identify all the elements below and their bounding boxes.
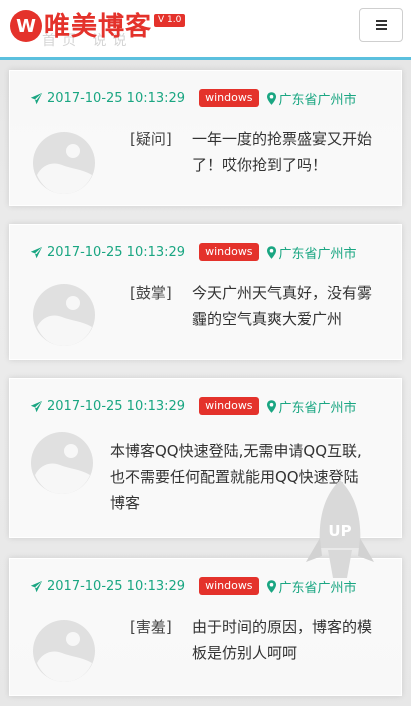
logo-letter: W — [16, 15, 36, 37]
hamburger-icon — [375, 20, 387, 30]
os-badge: windows — [199, 243, 259, 261]
post-text-line: 由于时间的原因，博客的模 — [192, 618, 373, 636]
post-text-line: 一年一度的抢票盛宴又开始 — [192, 130, 373, 148]
post-datetime: 2017-10-25 10:13:29 — [47, 244, 186, 260]
avatar-icon — [33, 284, 95, 346]
location-pin-icon — [266, 579, 276, 593]
post-text-line: 霾的空气真爽大爱广州 — [192, 310, 343, 328]
post-text-line: 今天广州天气真好，没有雾 — [192, 284, 373, 302]
post-datetime: 2017-10-25 10:13:29 — [47, 398, 186, 414]
back-to-top-label: UP — [328, 522, 351, 540]
version-badge: V 1.0 — [154, 14, 186, 27]
post-location: 广东省广州市 — [278, 400, 357, 416]
emotion-tag: [鼓掌] — [130, 284, 172, 302]
logo-title: 唯美博客 — [44, 12, 153, 42]
os-badge: windows — [199, 397, 259, 415]
post-text-line: 本博客QQ快速登陆,无需申请QQ互联, — [110, 442, 362, 460]
location-pin-icon — [266, 245, 276, 259]
post-datetime: 2017-10-25 10:13:29 — [47, 578, 186, 594]
post-datetime: 2017-10-25 10:13:29 — [47, 90, 186, 106]
post-card: 2017-10-25 10:13:29 windows 广东省广州市 [鼓掌] … — [9, 224, 402, 360]
back-to-top-button[interactable]: UP — [300, 478, 380, 583]
post-location: 广东省广州市 — [278, 246, 357, 262]
post-meta: 2017-10-25 10:13:29 windows 广东省广州市 — [30, 88, 357, 108]
avatar-icon — [31, 432, 93, 494]
location-pin-icon — [266, 91, 276, 105]
post-text-line: 板是仿别人呵呵 — [192, 644, 298, 662]
paper-plane-icon — [30, 246, 43, 258]
site-header: 首页 说说 W 唯美博客 V 1.0 — [0, 0, 411, 60]
paper-plane-icon — [30, 92, 43, 104]
os-badge: windows — [199, 89, 259, 107]
menu-toggle-button[interactable] — [359, 8, 403, 42]
logo-badge-icon: W — [10, 10, 42, 42]
post-card: 2017-10-25 10:13:29 windows 广东省广州市 [疑问] … — [9, 70, 402, 206]
post-text: 由于时间的原因，博客的模 板是仿别人呵呵 — [192, 614, 372, 666]
paper-plane-icon — [30, 580, 43, 592]
post-meta: 2017-10-25 10:13:29 windows 广东省广州市 — [30, 242, 357, 262]
site-logo[interactable]: W 唯美博客 V 1.0 — [10, 10, 186, 42]
location-pin-icon — [266, 399, 276, 413]
avatar-icon — [33, 620, 95, 682]
post-text: 一年一度的抢票盛宴又开始 了！哎你抢到了吗！ — [192, 126, 372, 178]
post-location: 广东省广州市 — [278, 92, 357, 108]
emotion-tag: [疑问] — [130, 130, 172, 148]
post-text-line: 了！哎你抢到了吗！ — [192, 156, 328, 174]
paper-plane-icon — [30, 400, 43, 412]
page: 首页 说说 W 唯美博客 V 1.0 2017-10-25 10:13:29 w… — [0, 0, 411, 706]
post-text: 今天广州天气真好，没有雾 霾的空气真爽大爱广州 — [192, 280, 372, 332]
post-meta: 2017-10-25 10:13:29 windows 广东省广州市 — [30, 396, 357, 416]
emotion-tag: [害羞] — [130, 618, 172, 636]
os-badge: windows — [199, 577, 259, 595]
avatar-icon — [33, 132, 95, 194]
